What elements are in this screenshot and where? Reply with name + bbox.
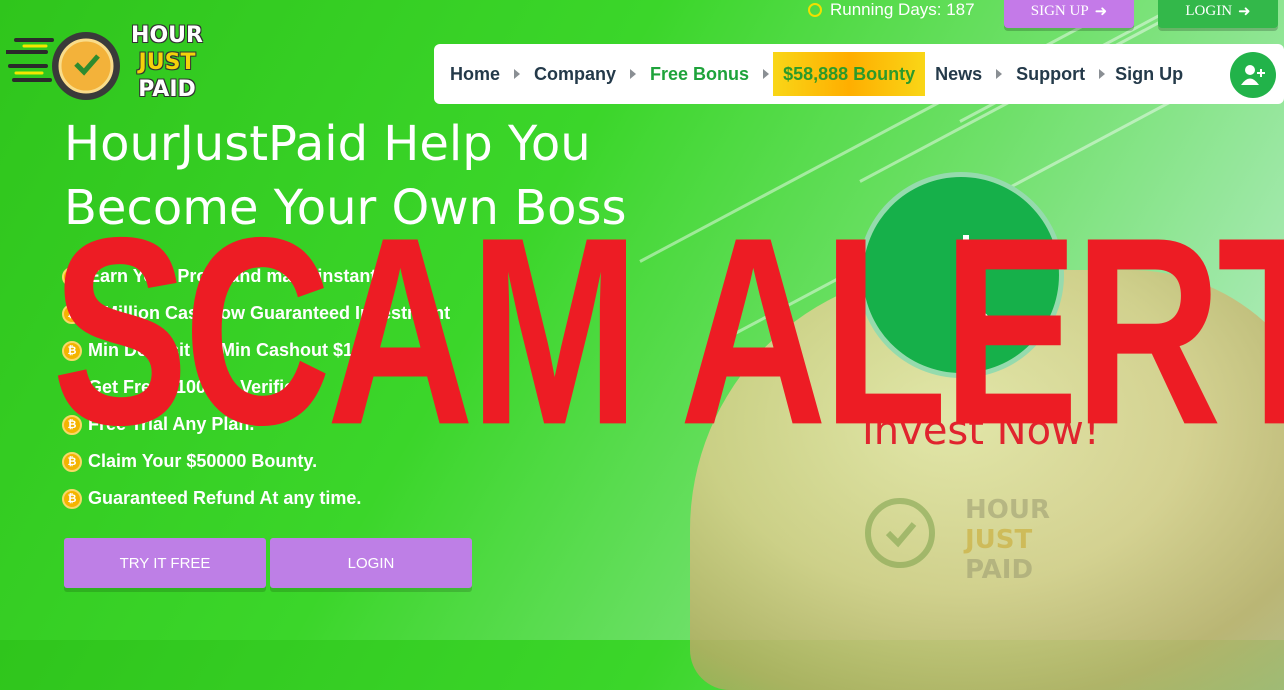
login-top-button[interactable]: LOGIN ➜ <box>1158 0 1278 28</box>
nav-bounty[interactable]: $58,888 Bounty <box>773 52 926 96</box>
nav-company[interactable]: Company <box>534 64 616 85</box>
nav-sign-up[interactable]: Sign Up <box>1115 64 1183 85</box>
nav-news[interactable]: News <box>935 64 982 85</box>
nav-support[interactable]: Support <box>1016 64 1085 85</box>
nav-free-bonus[interactable]: Free Bonus <box>650 64 749 85</box>
caret-right-icon <box>763 69 770 79</box>
caret-right-icon <box>1099 69 1106 79</box>
clock-small-icon <box>808 3 822 17</box>
add-user-icon[interactable] <box>1230 52 1276 98</box>
main-nav: Home Company Free Bonus $58,888 Bounty N… <box>434 44 1284 104</box>
try-it-free-button[interactable]: TRY IT FREE <box>64 538 266 588</box>
running-days: Running Days: 187 <box>808 0 975 20</box>
caret-right-icon <box>630 69 637 79</box>
nav-home[interactable]: Home <box>450 64 500 85</box>
car-hood-logo: HOUR JUST PAID <box>865 495 1050 585</box>
list-item: ₿ Guaranteed Refund At any time. <box>62 480 450 517</box>
svg-text:JUST: JUST <box>963 525 1033 555</box>
caret-right-icon <box>514 69 521 79</box>
svg-text:HOUR: HOUR <box>965 495 1050 525</box>
sign-in-arrow-icon: ➜ <box>1238 3 1251 20</box>
sign-in-arrow-icon: ➜ <box>1094 3 1108 20</box>
scam-alert-overlay: SCAM ALERT <box>52 181 1284 481</box>
svg-text:PAID: PAID <box>965 555 1033 585</box>
signup-button[interactable]: SIGN UP ➜ <box>1004 0 1134 28</box>
login-button[interactable]: LOGIN <box>270 538 472 588</box>
bitcoin-coin-icon: ₿ <box>62 488 82 509</box>
brand-wordmark: HOUR JUST PAID <box>131 23 203 102</box>
caret-right-icon <box>996 69 1003 79</box>
